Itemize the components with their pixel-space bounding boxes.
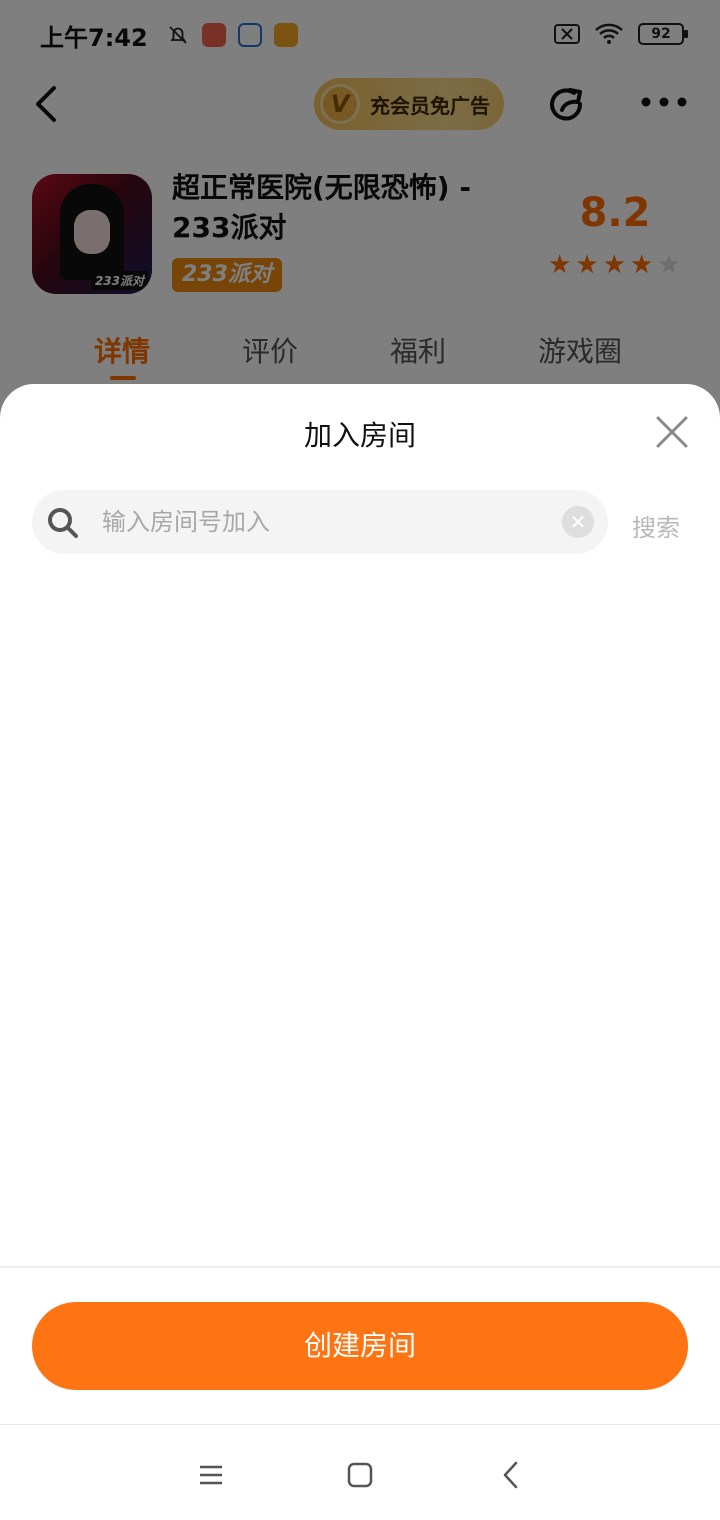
clear-input-icon[interactable]: ✕ <box>562 506 594 538</box>
search-icon <box>48 508 78 538</box>
create-room-button[interactable]: 创建房间 <box>32 1302 688 1390</box>
join-room-sheet: 加入房间 ✕ 搜索 创建房间 <box>0 384 720 1520</box>
home-icon[interactable] <box>340 1455 380 1495</box>
sheet-title: 加入房间 <box>303 419 416 452</box>
close-icon[interactable] <box>652 412 692 452</box>
divider <box>0 1266 720 1268</box>
menu-icon[interactable] <box>190 1455 230 1495</box>
search-button[interactable]: 搜索 <box>632 508 680 543</box>
search-box: ✕ <box>32 490 608 554</box>
system-nav-bar <box>0 1425 720 1520</box>
room-number-input[interactable] <box>102 490 542 554</box>
back-nav-icon[interactable] <box>492 1455 532 1495</box>
